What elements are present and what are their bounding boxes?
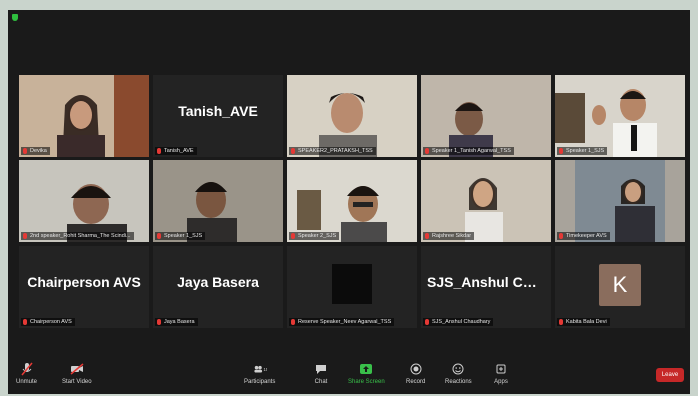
security-shield-icon[interactable] bbox=[12, 14, 18, 21]
participant-display-name: SJS_Anshul Chou... bbox=[427, 274, 551, 290]
chat-button[interactable]: Chat bbox=[314, 362, 328, 385]
participant-tile[interactable]: Speaker 1_Tanish Agarwal_TSS bbox=[421, 75, 551, 157]
participant-tile[interactable]: Tanish_AVE Tanish_AVE bbox=[153, 75, 283, 157]
meeting-toolbar: Unmute Start Video 15 Participants Chat bbox=[8, 358, 690, 394]
video-grid-row: Chairperson AVS Chairperson AVS Jaya Bas… bbox=[19, 246, 685, 328]
muted-mic-icon bbox=[291, 148, 295, 154]
leave-button[interactable]: Leave bbox=[656, 368, 684, 382]
participant-tile-active-speaker[interactable]: Speaker 1_SJS bbox=[555, 75, 685, 157]
participants-icon: 15 bbox=[253, 362, 267, 376]
record-icon bbox=[409, 362, 423, 376]
muted-mic-icon bbox=[291, 233, 295, 239]
participant-name-label: Jaya Basera bbox=[155, 318, 198, 326]
video-off-icon bbox=[70, 362, 84, 376]
video-grid-row: 2nd speaker_Rohit Sharma_The Scindi... S… bbox=[19, 160, 685, 242]
start-video-button[interactable]: Start Video bbox=[62, 362, 92, 385]
muted-mic-icon bbox=[559, 233, 563, 239]
participant-tile[interactable]: Rajshree Sikdar bbox=[421, 160, 551, 242]
participant-name-label: Speaker 2_SJS bbox=[289, 232, 340, 240]
participant-name-label: Reserve Speaker_Neev Agarwal_TSS bbox=[289, 318, 395, 326]
video-feed bbox=[555, 160, 685, 242]
participant-tile[interactable]: Reserve Speaker_Neev Agarwal_TSS bbox=[287, 246, 417, 328]
participant-name-label: Speaker 1_Tanish Agarwal_TSS bbox=[423, 147, 514, 155]
participant-display-name: Tanish_AVE bbox=[178, 103, 258, 119]
participant-tile[interactable]: Chairperson AVS Chairperson AVS bbox=[19, 246, 149, 328]
video-feed bbox=[287, 160, 417, 242]
video-feed bbox=[421, 160, 551, 242]
participant-tile[interactable]: 2nd speaker_Rohit Sharma_The Scindi... bbox=[19, 160, 149, 242]
muted-mic-icon bbox=[425, 319, 429, 325]
participant-name-label: Devika bbox=[21, 147, 50, 155]
unmute-button[interactable]: Unmute bbox=[16, 362, 37, 385]
participants-button[interactable]: 15 Participants bbox=[244, 362, 275, 385]
profile-picture bbox=[332, 264, 372, 304]
participant-tile[interactable]: SPEAKER2_PRATAKSH_TSS bbox=[287, 75, 417, 157]
apps-icon bbox=[494, 362, 508, 376]
muted-mic-icon bbox=[425, 148, 429, 154]
participant-name-label: SPEAKER2_PRATAKSH_TSS bbox=[289, 147, 376, 155]
participant-name-label: Speaker 1_SJS bbox=[557, 147, 608, 155]
participant-name-label: Timekeeper AVS bbox=[557, 232, 610, 240]
participant-name-label: Rajshree Sikdar bbox=[423, 232, 475, 240]
chat-icon bbox=[314, 362, 328, 376]
meeting-window: Devika Tanish_AVE Tanish_AVE SPEAKER2_PR… bbox=[8, 10, 690, 394]
participant-name-label: Kabita Bala Devi bbox=[557, 318, 610, 326]
avatar: K bbox=[599, 264, 641, 306]
muted-mic-icon bbox=[291, 319, 295, 325]
share-screen-button[interactable]: Share Screen bbox=[348, 362, 385, 385]
participant-name-label: 2nd speaker_Rohit Sharma_The Scindi... bbox=[21, 232, 134, 240]
participant-tile[interactable]: Speaker 1_SJS bbox=[153, 160, 283, 242]
participant-name-label: Chairperson AVS bbox=[21, 318, 75, 326]
muted-mic-icon bbox=[559, 319, 563, 325]
reactions-button[interactable]: Reactions bbox=[445, 362, 472, 385]
video-feed bbox=[555, 75, 685, 157]
participant-tile[interactable]: Timekeeper AVS bbox=[555, 160, 685, 242]
muted-mic-icon bbox=[425, 233, 429, 239]
record-button[interactable]: Record bbox=[406, 362, 425, 385]
video-feed bbox=[19, 75, 149, 157]
video-feed bbox=[287, 75, 417, 157]
video-feed bbox=[153, 160, 283, 242]
muted-mic-icon bbox=[559, 148, 563, 154]
participant-name-label: Tanish_AVE bbox=[155, 147, 197, 155]
participant-name-label: Speaker 1_SJS bbox=[155, 232, 206, 240]
muted-mic-icon bbox=[157, 148, 161, 154]
participant-name-label: SJS_Anshul Chaudhary bbox=[423, 318, 494, 326]
video-feed bbox=[421, 75, 551, 157]
participant-display-name: Chairperson AVS bbox=[27, 274, 141, 290]
muted-mic-icon bbox=[23, 148, 27, 154]
reactions-icon bbox=[451, 362, 465, 376]
participant-tile[interactable]: Speaker 2_SJS bbox=[287, 160, 417, 242]
video-feed bbox=[19, 160, 149, 242]
participant-tile[interactable]: Devika bbox=[19, 75, 149, 157]
participants-count: 15 bbox=[263, 367, 267, 372]
muted-microphone-icon bbox=[20, 362, 34, 376]
screenshot-frame: Devika Tanish_AVE Tanish_AVE SPEAKER2_PR… bbox=[0, 0, 698, 396]
video-grid-row: Devika Tanish_AVE Tanish_AVE SPEAKER2_PR… bbox=[19, 75, 685, 157]
share-screen-icon bbox=[359, 362, 373, 376]
muted-mic-icon bbox=[23, 233, 27, 239]
participant-display-name: Jaya Basera bbox=[177, 274, 259, 290]
muted-mic-icon bbox=[157, 319, 161, 325]
muted-mic-icon bbox=[157, 233, 161, 239]
participant-tile[interactable]: K Kabita Bala Devi bbox=[555, 246, 685, 328]
participant-tile[interactable]: Jaya Basera Jaya Basera bbox=[153, 246, 283, 328]
participant-tile[interactable]: SJS_Anshul Chou... SJS_Anshul Chaudhary bbox=[421, 246, 551, 328]
apps-button[interactable]: Apps bbox=[494, 362, 508, 385]
muted-mic-icon bbox=[23, 319, 27, 325]
